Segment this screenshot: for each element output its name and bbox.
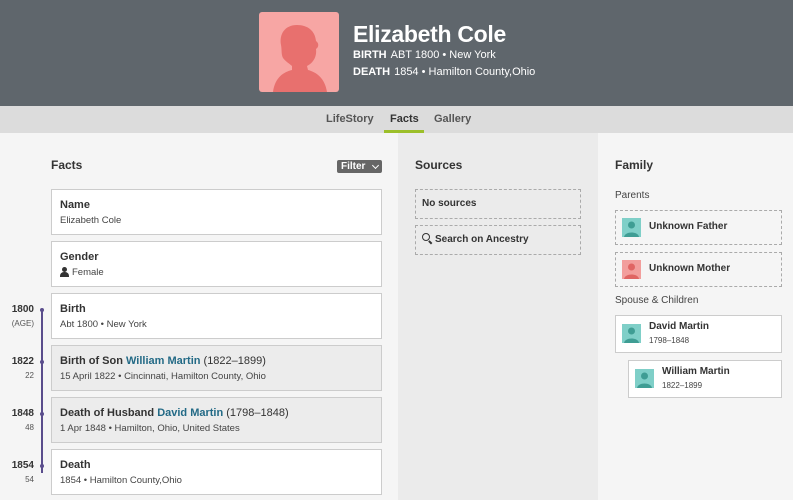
timeline-dot xyxy=(40,412,44,416)
person-name: Elizabeth Cole xyxy=(353,21,506,47)
fact-card-death[interactable]: Death 1854 • Hamilton County,Ohio xyxy=(51,449,382,495)
tab-facts[interactable]: Facts xyxy=(390,113,419,125)
facts-panel: Facts Filter Name Elizabeth Cole Gender … xyxy=(0,133,398,500)
search-icon xyxy=(422,233,433,245)
no-sources-box: No sources xyxy=(415,189,581,219)
person-icon xyxy=(60,267,69,277)
female-avatar-icon xyxy=(622,260,641,279)
family-title: Family xyxy=(615,158,654,172)
parents-label: Parents xyxy=(615,190,650,201)
tab-bar: LifeStory Facts Gallery xyxy=(0,106,793,133)
tab-gallery[interactable]: Gallery xyxy=(434,113,471,125)
timeline-year: 1848 xyxy=(11,408,34,419)
fact-card-gender[interactable]: Gender Female xyxy=(51,241,382,287)
husband-link[interactable]: David Martin xyxy=(157,407,223,419)
male-avatar-icon xyxy=(635,369,654,388)
unknown-father-card[interactable]: Unknown Father xyxy=(615,210,782,245)
timeline-dot xyxy=(40,308,44,312)
person-header: Elizabeth Cole BIRTH ABT 1800 • New York … xyxy=(0,0,793,106)
unknown-mother-card[interactable]: Unknown Mother xyxy=(615,252,782,287)
family-panel: Family Parents Unknown Father Unknown Mo… xyxy=(598,133,793,500)
timeline-age: 48 xyxy=(25,423,34,432)
fact-card-birth[interactable]: Birth Abt 1800 • New York xyxy=(51,293,382,339)
filter-button[interactable]: Filter xyxy=(337,160,382,173)
child-card[interactable]: William Martin 1822–1899 xyxy=(628,360,782,398)
sources-panel: Sources No sources Search on Ancestry xyxy=(398,133,598,500)
birth-summary: BIRTH ABT 1800 • New York xyxy=(353,49,496,61)
timeline-dot xyxy=(40,360,44,364)
spouse-card[interactable]: David Martin 1798–1848 xyxy=(615,315,782,353)
male-avatar-icon xyxy=(622,218,641,237)
fact-card-name[interactable]: Name Elizabeth Cole xyxy=(51,189,382,235)
sources-title: Sources xyxy=(415,158,463,172)
timeline-year: 1822 xyxy=(11,356,34,367)
timeline-dot xyxy=(40,464,44,468)
timeline-age: (AGE) xyxy=(11,319,34,328)
child-link[interactable]: William Martin xyxy=(126,355,200,367)
timeline-year: 1854 xyxy=(11,460,34,471)
spouse-children-label: Spouse & Children xyxy=(615,295,699,306)
death-summary: DEATH 1854 • Hamilton County,Ohio xyxy=(353,66,536,78)
chevron-down-icon xyxy=(371,161,380,170)
male-avatar-icon xyxy=(622,324,641,343)
facts-title: Facts xyxy=(51,158,83,172)
timeline-age: 22 xyxy=(25,371,34,380)
female-avatar-icon[interactable] xyxy=(259,12,339,92)
timeline-year: 1800 xyxy=(11,304,34,315)
fact-card-death-of-husband[interactable]: Death of Husband David Martin (1798–1848… xyxy=(51,397,382,443)
tab-lifestory[interactable]: LifeStory xyxy=(326,113,374,125)
search-ancestry-button[interactable]: Search on Ancestry xyxy=(415,225,581,255)
fact-card-birth-of-son[interactable]: Birth of Son William Martin (1822–1899) … xyxy=(51,345,382,391)
timeline-age: 54 xyxy=(25,475,34,484)
timeline-line xyxy=(41,309,43,473)
